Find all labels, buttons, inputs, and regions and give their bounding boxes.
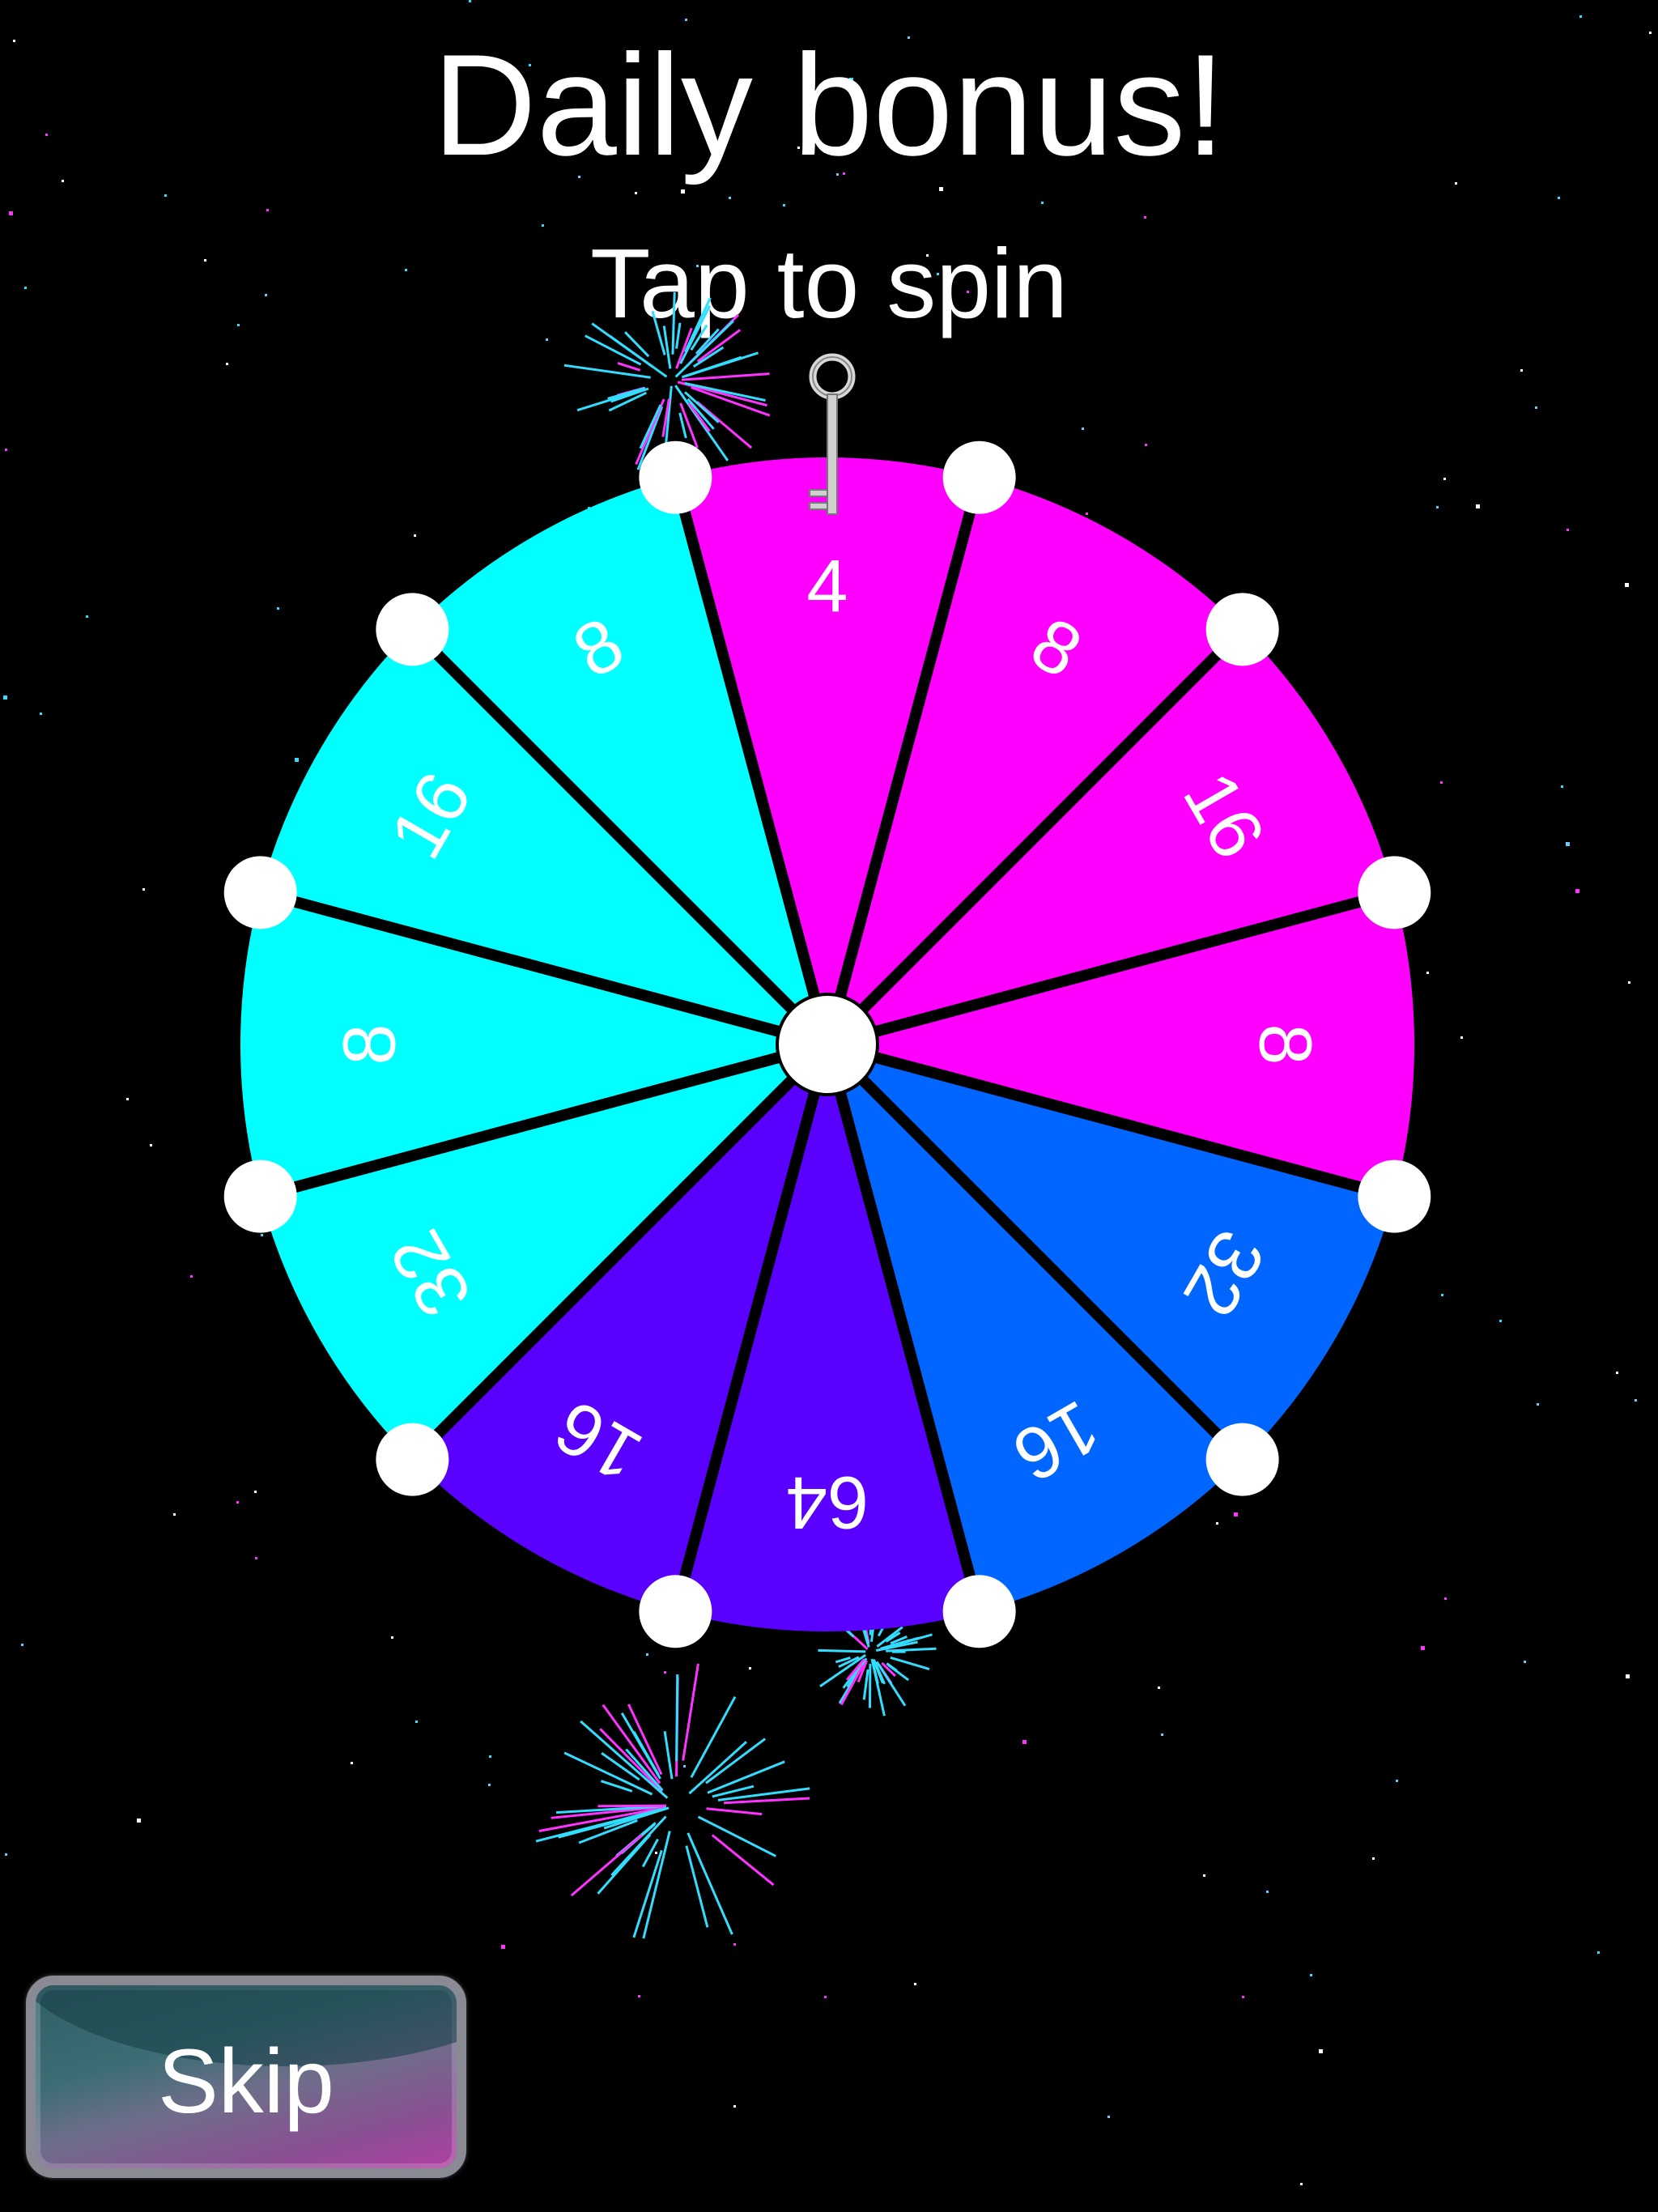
wheel-peg [223, 1159, 297, 1233]
firework-burst [535, 1663, 810, 1939]
wheel-peg [1205, 593, 1279, 666]
wheel-peg [1205, 1423, 1279, 1496]
wheel-peg [376, 593, 449, 666]
wheel-hub[interactable] [776, 993, 879, 1096]
wheel-peg [376, 1423, 449, 1496]
wheel-peg [639, 1575, 712, 1648]
skip-button-label: Skip [158, 2030, 334, 2132]
wheel-segment-label: 4 [806, 546, 848, 628]
wheel-segment-label: 8 [1244, 1023, 1327, 1065]
wheel-peg [942, 1575, 1016, 1648]
wheel-peg [942, 440, 1016, 514]
wheel-segment-label: 8 [329, 1023, 411, 1065]
prize-wheel[interactable]: 4816832166416328168 [223, 440, 1431, 1648]
wheel-peg [1358, 856, 1431, 929]
wheel-peg [1358, 1159, 1431, 1233]
wheel-peg [639, 440, 712, 514]
game-screen[interactable]: Daily bonus! Tap to spin 4 8 16 8 32 16 64 16 32… [0, 0, 1658, 2212]
prize-wheel-layer: 4816832166416328168 [223, 291, 1431, 1939]
wheel-peg [223, 856, 297, 929]
wheel-segment-label: 64 [786, 1461, 869, 1544]
skip-button[interactable]: Skip [26, 1976, 466, 2178]
